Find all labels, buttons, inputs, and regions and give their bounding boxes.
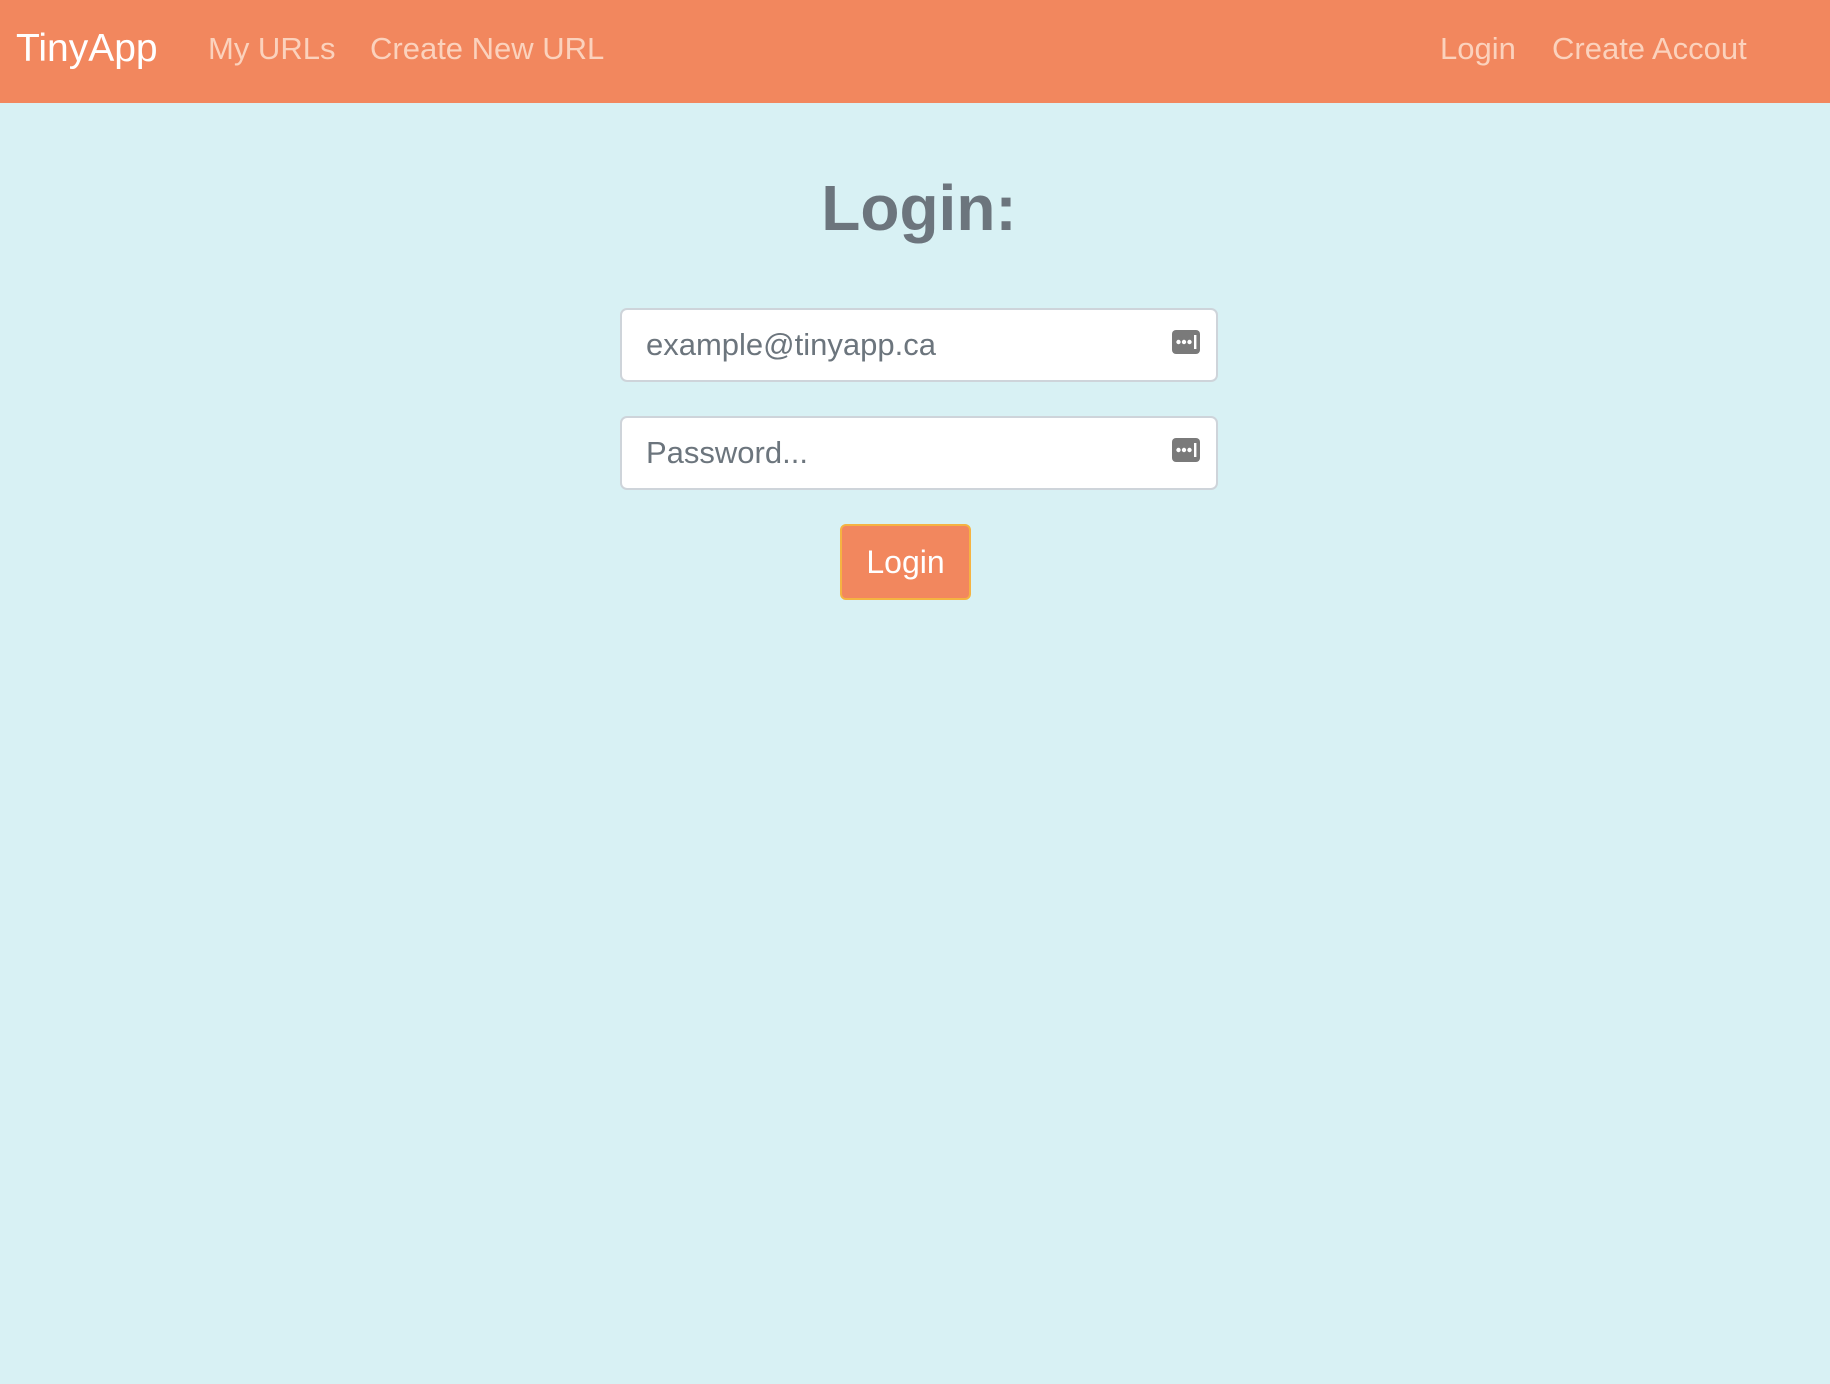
password-manager-icon[interactable] [1172,436,1200,464]
nav-my-urls[interactable]: My URLs [208,29,335,69]
password-field[interactable] [622,418,1216,488]
email-field[interactable] [622,310,1216,380]
page-title: Login: [821,172,1017,244]
nav-login[interactable]: Login [1440,29,1516,69]
login-button[interactable]: Login [840,524,971,600]
navbar: TinyApp My URLs Create New URL Login Cre… [0,0,1830,103]
nav-create-new-url[interactable]: Create New URL [370,29,604,69]
nav-create-account[interactable]: Create Accout [1552,29,1747,69]
email-field-wrapper [620,308,1218,382]
password-field-wrapper [620,416,1218,490]
password-manager-icon[interactable] [1172,328,1200,356]
brand-link[interactable]: TinyApp [16,25,158,73]
